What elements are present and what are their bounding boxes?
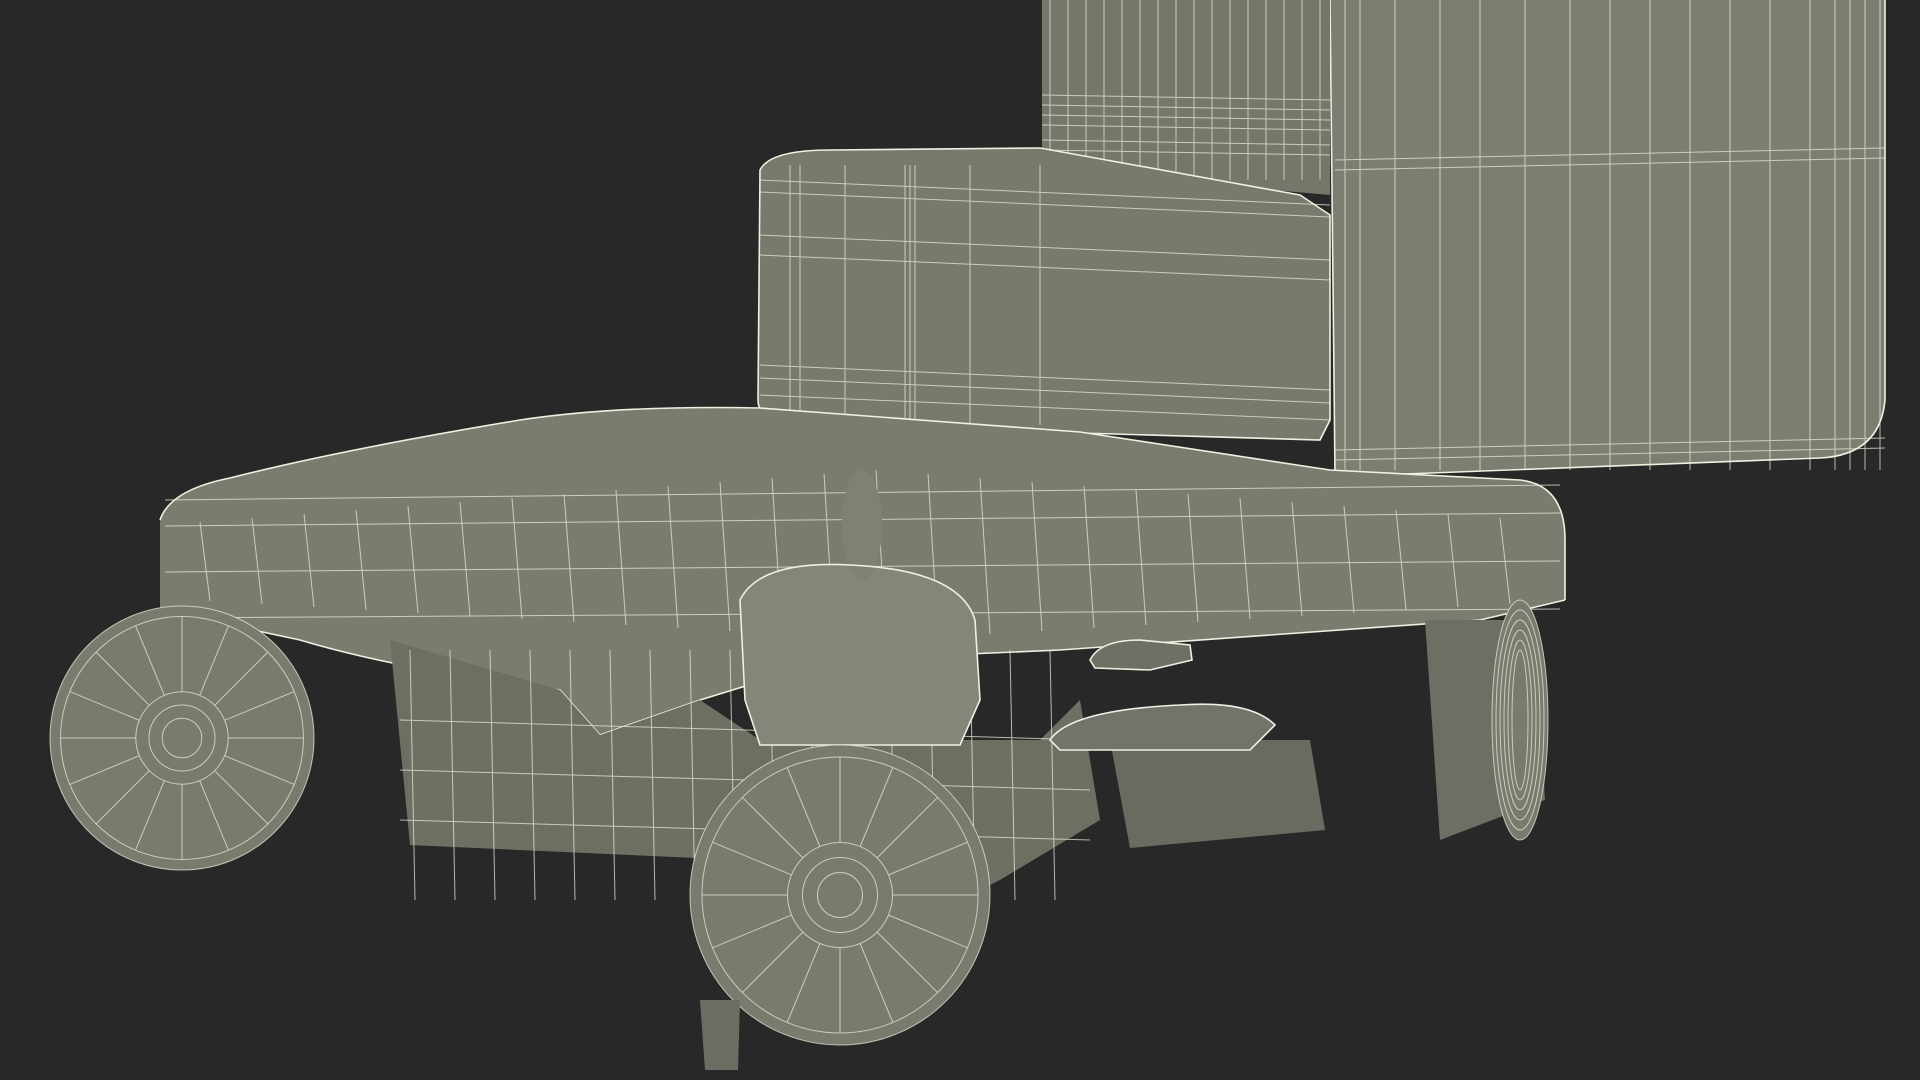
- middle-block: [757, 147, 1331, 441]
- wireframe-render: [49, 0, 1886, 1070]
- column-body: [1329, 0, 1886, 475]
- rear-caster-wheel: [1425, 599, 1549, 841]
- front-caster-wheel: [689, 744, 991, 1070]
- left-caster-wheel: [49, 605, 315, 871]
- release-pedal: [1048, 703, 1277, 751]
